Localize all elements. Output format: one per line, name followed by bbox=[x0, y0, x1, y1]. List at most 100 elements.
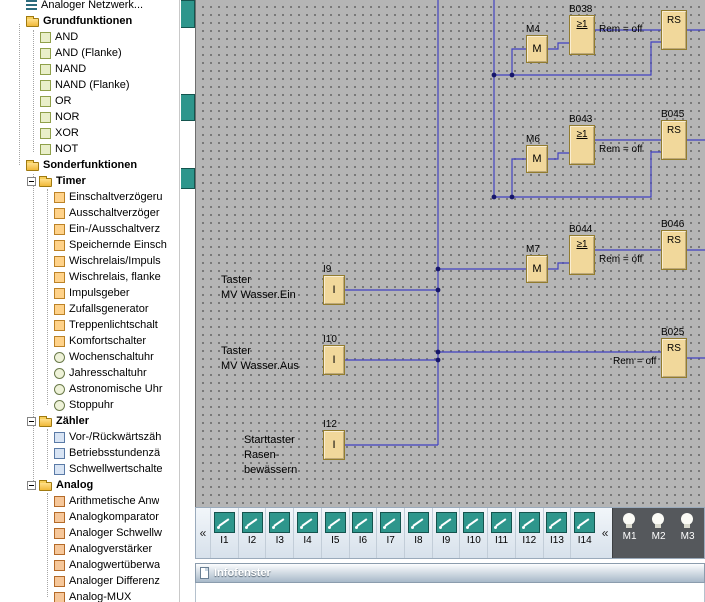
collapse-expander-icon[interactable] bbox=[27, 481, 36, 490]
clock-icon bbox=[54, 352, 65, 363]
tree-item-analoger-schwellw[interactable]: Analoger Schwellw bbox=[0, 525, 179, 541]
tree-item-xor[interactable]: XOR bbox=[0, 125, 179, 141]
tree-item-speichernde-einsch[interactable]: Speichernde Einsch bbox=[0, 237, 179, 253]
tree-item-nand-flanke[interactable]: NAND (Flanke) bbox=[0, 77, 179, 93]
analog-icon bbox=[54, 560, 65, 571]
tree-item-timer[interactable]: Timer bbox=[0, 173, 179, 189]
info-window-header[interactable]: Infofenster bbox=[195, 563, 705, 583]
sim-input-i13[interactable]: I13 bbox=[543, 508, 571, 558]
sim-input-i9[interactable]: I9 bbox=[432, 508, 460, 558]
tree-item-label: Analog bbox=[56, 479, 93, 491]
tree-item-analog-mux[interactable]: Analog-MUX bbox=[0, 589, 179, 602]
tree-item-label: NAND bbox=[55, 63, 86, 75]
tree-indent bbox=[0, 101, 40, 102]
rem-param-text: Rem = off bbox=[599, 144, 642, 155]
switch-icon bbox=[380, 512, 401, 533]
tree-item-nor[interactable]: NOR bbox=[0, 109, 179, 125]
tree-item-jahresschaltuhr[interactable]: Jahresschaltuhr bbox=[0, 365, 179, 381]
block-i10[interactable]: I10I bbox=[323, 345, 345, 375]
tree-item-komfortschalter[interactable]: Komfortschalter bbox=[0, 333, 179, 349]
counter-icon bbox=[54, 464, 65, 475]
tree-item-analog[interactable]: Analog bbox=[0, 477, 179, 493]
tree-indent bbox=[0, 533, 54, 534]
tree-item-vor-rueckwaertszaeh[interactable]: Vor-/Rückwärtszäh bbox=[0, 429, 179, 445]
block-b046[interactable]: B046RS bbox=[661, 230, 687, 270]
diagram-canvas[interactable]: M4M B038≥1 RS M6M B043≥1 B045RS M7M B044≥1 B046R… bbox=[195, 0, 705, 507]
collapse-expander-icon[interactable] bbox=[27, 417, 36, 426]
block-rs-top[interactable]: RS bbox=[661, 10, 687, 50]
tree-indent bbox=[0, 485, 27, 486]
sim-input-i10[interactable]: I10 bbox=[459, 508, 487, 558]
tree-indent bbox=[0, 469, 54, 470]
tree-item-analoger-netzwerk[interactable]: Analoger Netzwerk... bbox=[0, 0, 179, 13]
block-m7[interactable]: M7M bbox=[526, 255, 548, 283]
tree-item-label: Astronomische Uhr bbox=[69, 383, 163, 395]
folder-icon bbox=[26, 18, 39, 27]
block-comment-text: MV Wasser.Ein bbox=[221, 289, 296, 301]
sim-input-i1[interactable]: I1 bbox=[210, 508, 238, 558]
switch-icon bbox=[269, 512, 290, 533]
block-function-text: M bbox=[527, 256, 547, 282]
tree-item-and-flanke[interactable]: AND (Flanke) bbox=[0, 45, 179, 61]
block-tree-panel: Analoger Netzwerk...GrundfunktionenANDAN… bbox=[0, 0, 180, 602]
tree-item-impulsgeber[interactable]: Impulsgeber bbox=[0, 285, 179, 301]
timer-icon bbox=[54, 224, 65, 235]
sim-input-i2[interactable]: I2 bbox=[238, 508, 266, 558]
block-b025[interactable]: B025RS bbox=[661, 338, 687, 378]
block-b038[interactable]: B038≥1 bbox=[569, 15, 595, 55]
wire-segment bbox=[512, 159, 526, 197]
tree-item-grundfunktionen[interactable]: Grundfunktionen bbox=[0, 13, 179, 29]
sim-input-label: I5 bbox=[331, 535, 339, 546]
sim-input-i12[interactable]: I12 bbox=[515, 508, 543, 558]
sim-input-i5[interactable]: I5 bbox=[321, 508, 349, 558]
block-i12[interactable]: I12I bbox=[323, 430, 345, 460]
collapse-expander-icon[interactable] bbox=[27, 177, 36, 186]
block-i9[interactable]: I9I bbox=[323, 275, 345, 305]
tree-item-and[interactable]: AND bbox=[0, 29, 179, 45]
sim-input-i7[interactable]: I7 bbox=[376, 508, 404, 558]
block-m6[interactable]: M6M bbox=[526, 145, 548, 173]
sim-input-i3[interactable]: I3 bbox=[265, 508, 293, 558]
tree-item-nand[interactable]: NAND bbox=[0, 61, 179, 77]
tree-item-arithmetische-anw[interactable]: Arithmetische Anw bbox=[0, 493, 179, 509]
tree-item-analogverstaerker[interactable]: Analogverstärker bbox=[0, 541, 179, 557]
tree-item-wischrelais-flanke[interactable]: Wischrelais, flanke bbox=[0, 269, 179, 285]
tree-item-treppenlichtschalt[interactable]: Treppenlichtschalt bbox=[0, 317, 179, 333]
sim-input-label: I7 bbox=[387, 535, 395, 546]
tree-item-schwellwertschalte[interactable]: Schwellwertschalte bbox=[0, 461, 179, 477]
collapse-outputs-button[interactable]: « bbox=[598, 508, 612, 558]
tree-rows: Analoger Netzwerk...GrundfunktionenANDAN… bbox=[0, 0, 179, 602]
block-function-text: I bbox=[324, 276, 344, 304]
tree-item-ausschaltverzoeger[interactable]: Ausschaltverzöger bbox=[0, 205, 179, 221]
tree-item-zaehler[interactable]: Zähler bbox=[0, 413, 179, 429]
collapse-inputs-button[interactable]: « bbox=[196, 508, 210, 558]
sim-input-i14[interactable]: I14 bbox=[570, 508, 598, 558]
clipped-input-block bbox=[181, 94, 195, 121]
tree-item-analogkomparator[interactable]: Analogkomparator bbox=[0, 509, 179, 525]
tree-item-analoger-differenz[interactable]: Analoger Differenz bbox=[0, 573, 179, 589]
block-b043[interactable]: B043≥1 bbox=[569, 125, 595, 165]
tree-item-einschaltverzoegeru[interactable]: Einschaltverzögeru bbox=[0, 189, 179, 205]
sim-input-i8[interactable]: I8 bbox=[404, 508, 432, 558]
sim-output-label: M1 bbox=[623, 531, 637, 542]
tree-item-wochenschaltuhr[interactable]: Wochenschaltuhr bbox=[0, 349, 179, 365]
tree-item-stoppuhr[interactable]: Stoppuhr bbox=[0, 397, 179, 413]
tree-item-wischrelais-impuls[interactable]: Wischrelais/Impuls bbox=[0, 253, 179, 269]
block-m4[interactable]: M4M bbox=[526, 35, 548, 63]
tree-item-sonderfunktionen[interactable]: Sonderfunktionen bbox=[0, 157, 179, 173]
sim-input-i11[interactable]: I11 bbox=[487, 508, 515, 558]
timer-icon bbox=[54, 240, 65, 251]
sim-input-i4[interactable]: I4 bbox=[293, 508, 321, 558]
tree-item-astronomische-uhr[interactable]: Astronomische Uhr bbox=[0, 381, 179, 397]
wire-junction bbox=[436, 358, 441, 363]
tree-item-analogwertueberwa[interactable]: Analogwertüberwa bbox=[0, 557, 179, 573]
sim-input-i6[interactable]: I6 bbox=[349, 508, 377, 558]
tree-item-or[interactable]: OR bbox=[0, 93, 179, 109]
tree-item-not[interactable]: NOT bbox=[0, 141, 179, 157]
block-b044[interactable]: B044≥1 bbox=[569, 235, 595, 275]
tree-item-ein-ausschaltverz[interactable]: Ein-/Ausschaltverz bbox=[0, 221, 179, 237]
tree-item-betriebsstundenzae[interactable]: Betriebsstundenzä bbox=[0, 445, 179, 461]
tree-item-zufallsgenerator[interactable]: Zufallsgenerator bbox=[0, 301, 179, 317]
block-b045[interactable]: B045RS bbox=[661, 120, 687, 160]
clock-icon bbox=[54, 384, 65, 395]
